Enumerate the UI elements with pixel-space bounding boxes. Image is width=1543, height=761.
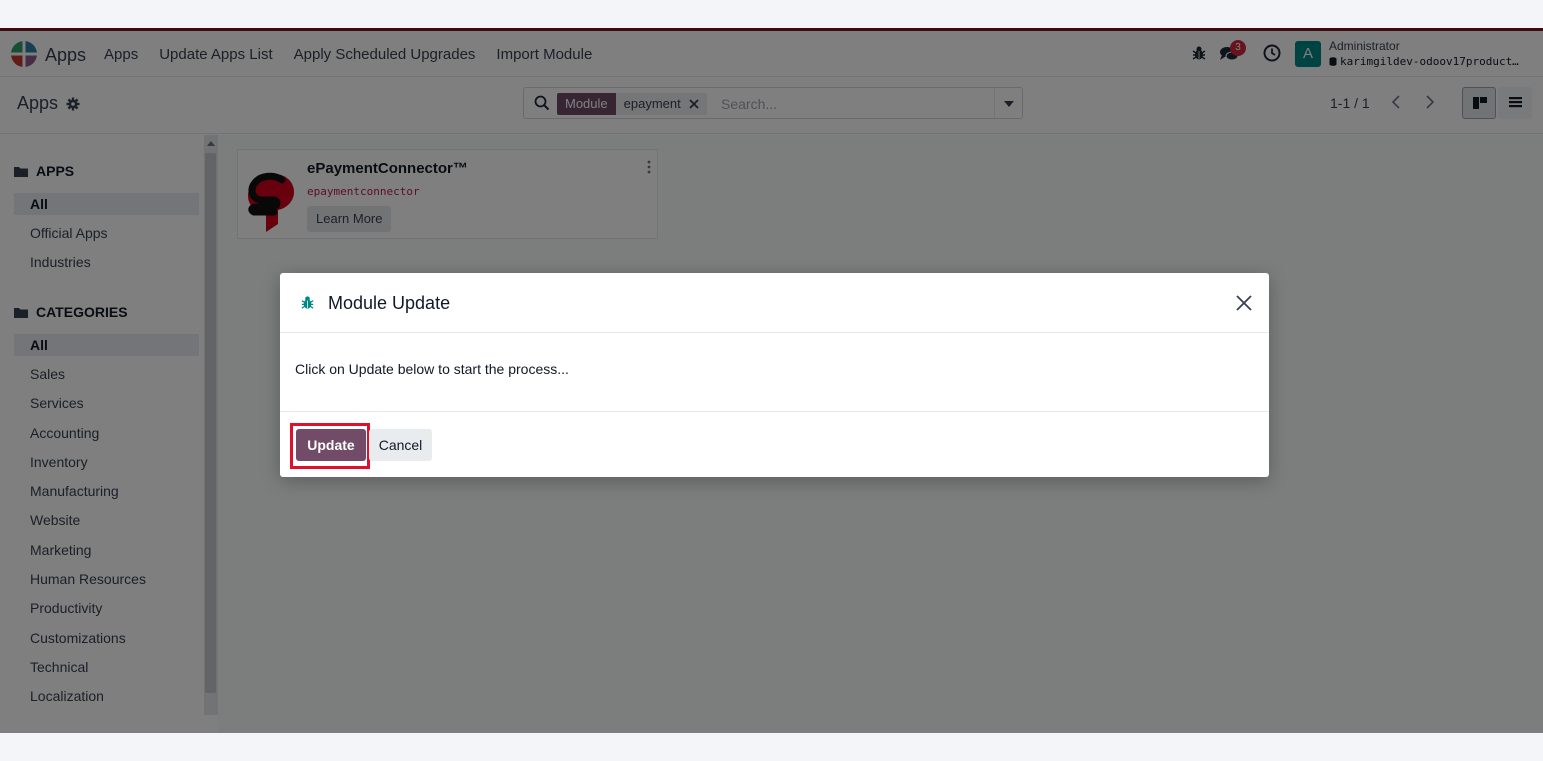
cancel-button[interactable]: Cancel bbox=[369, 429, 432, 461]
dialog-footer: Update Cancel bbox=[280, 411, 1269, 477]
module-update-dialog: Module Update Click on Update below to s… bbox=[280, 273, 1269, 477]
debug-bug-icon bbox=[301, 296, 314, 309]
dialog-title: Module Update bbox=[328, 293, 451, 313]
close-icon[interactable] bbox=[1235, 294, 1253, 312]
update-button[interactable]: Update bbox=[296, 429, 366, 461]
odoo-app-window: Apps Apps Update Apps List Apply Schedul… bbox=[0, 28, 1543, 733]
dialog-header: Module Update bbox=[280, 273, 1269, 333]
dialog-message: Click on Update below to start the proce… bbox=[295, 361, 569, 377]
dialog-body: Click on Update below to start the proce… bbox=[280, 333, 1269, 411]
